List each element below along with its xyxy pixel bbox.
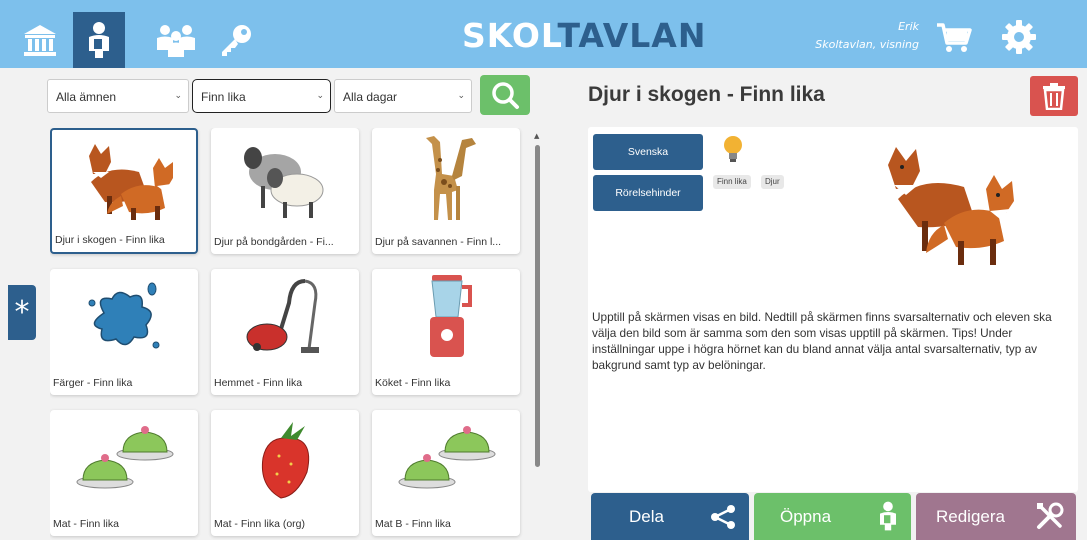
- activity-detail-panel: Svenska Rörelsehinder Finn lika Djur Upp…: [588, 127, 1078, 492]
- subject-select-value: Alla ämnen: [56, 90, 117, 104]
- subject-select[interactable]: Alla ämnen ⌄: [47, 79, 189, 113]
- activity-grid: Djur i skogen - Finn lika Djur på bondgå…: [50, 128, 530, 540]
- school-icon: [24, 25, 56, 56]
- fox-icon: [878, 137, 1028, 273]
- student-icon: [880, 501, 896, 531]
- activity-card-caption: Köket - Finn lika: [375, 377, 451, 389]
- activity-card[interactable]: Mat - Finn lika: [50, 410, 198, 536]
- share-icon: [711, 505, 735, 529]
- trash-icon: [1043, 83, 1065, 110]
- chevron-down-icon: ⌄: [457, 90, 465, 100]
- group-icon: [157, 25, 195, 57]
- activity-card-caption: Mat - Finn lika (org): [214, 518, 306, 530]
- activity-card[interactable]: Djur på bondgården - Fi...: [211, 128, 359, 254]
- activity-card[interactable]: Djur i skogen - Finn lika: [50, 128, 198, 254]
- strawberry-icon: [211, 410, 359, 506]
- activity-card[interactable]: Djur på savannen - Finn l...: [372, 128, 520, 254]
- nav-group-button[interactable]: [150, 12, 202, 68]
- share-label: Dela: [629, 506, 664, 526]
- cart-button[interactable]: [936, 22, 972, 58]
- tag-label: Rörelsehinder: [615, 187, 681, 199]
- activity-description: Upptill på skärmen visas en bild. Nedtil…: [592, 310, 1052, 372]
- open-button[interactable]: Öppna: [754, 493, 911, 540]
- student-icon: [89, 22, 109, 58]
- activity-card-caption: Mat B - Finn lika: [375, 518, 451, 530]
- princess-cake-icon: [50, 410, 198, 506]
- activity-card-caption: Djur i skogen - Finn lika: [55, 234, 165, 246]
- tools-icon: [1037, 502, 1064, 529]
- sidebar-toggle-button[interactable]: *: [8, 285, 36, 340]
- user-name: Erik: [898, 20, 919, 33]
- activity-card[interactable]: Mat B - Finn lika: [372, 410, 520, 536]
- days-select-value: Alla dagar: [343, 90, 398, 104]
- sheep-icon: [211, 128, 359, 224]
- top-bar: SKOLTAVLAN Erik Skoltavlan, visning: [0, 0, 1087, 68]
- princess-cake-icon: [372, 410, 520, 506]
- language-tag-button[interactable]: Svenska: [593, 134, 703, 170]
- edit-button[interactable]: Redigera: [916, 493, 1076, 540]
- activity-card-caption: Färger - Finn lika: [53, 377, 133, 389]
- days-select[interactable]: Alla dagar ⌄: [334, 79, 472, 113]
- activity-card[interactable]: Färger - Finn lika: [50, 269, 198, 395]
- open-label: Öppna: [780, 506, 832, 526]
- user-context: Skoltavlan, visning: [815, 38, 919, 51]
- activity-card-caption: Mat - Finn lika: [53, 518, 119, 530]
- scroll-up-arrow[interactable]: ▲: [534, 132, 539, 140]
- nav-student-button[interactable]: [73, 12, 125, 68]
- category-chip: Finn lika: [713, 175, 751, 189]
- fox-icon: [52, 130, 196, 226]
- logo-part-2: TAVLAN: [557, 16, 707, 55]
- logo-part-1: SKOL: [462, 16, 558, 55]
- activity-card-caption: Djur på bondgården - Fi...: [214, 236, 334, 248]
- activity-card[interactable]: Köket - Finn lika: [372, 269, 520, 395]
- activity-card-caption: Djur på savannen - Finn l...: [375, 236, 502, 248]
- grid-scrollbar[interactable]: [535, 145, 540, 467]
- edit-label: Redigera: [936, 506, 1005, 526]
- chevron-down-icon: ⌄: [174, 90, 182, 100]
- gear-icon: [1002, 20, 1036, 54]
- activity-card[interactable]: Mat - Finn lika (org): [211, 410, 359, 536]
- cart-icon: [937, 23, 972, 52]
- lightbulb-icon: [722, 135, 744, 167]
- app-logo: SKOLTAVLAN: [462, 16, 706, 55]
- disability-tag-button[interactable]: Rörelsehinder: [593, 175, 703, 211]
- activity-card-caption: Hemmet - Finn lika: [214, 377, 303, 389]
- page-title: Djur i skogen - Finn lika: [588, 83, 825, 106]
- blender-icon: [372, 269, 520, 365]
- delete-button[interactable]: [1030, 76, 1078, 116]
- category-chip: Djur: [761, 175, 784, 189]
- vacuum-cleaner-icon: [211, 269, 359, 365]
- activity-card[interactable]: Hemmet - Finn lika: [211, 269, 359, 395]
- settings-button[interactable]: [1000, 18, 1038, 60]
- paint-splash-icon: [50, 269, 198, 365]
- chevron-down-icon: ⌄: [316, 90, 324, 100]
- search-button[interactable]: [480, 75, 530, 115]
- nav-key-button[interactable]: [210, 12, 262, 68]
- nav-school-button[interactable]: [14, 12, 66, 68]
- key-icon: [222, 25, 251, 56]
- type-select-value: Finn lika: [201, 90, 246, 104]
- share-button[interactable]: Dela: [591, 493, 749, 540]
- user-info: Erik Skoltavlan, visning: [815, 18, 919, 54]
- type-select[interactable]: Finn lika ⌄: [192, 79, 331, 113]
- giraffe-icon: [372, 128, 520, 224]
- tag-label: Svenska: [627, 146, 669, 158]
- asterisk-icon: *: [14, 295, 30, 330]
- search-icon: [492, 82, 519, 109]
